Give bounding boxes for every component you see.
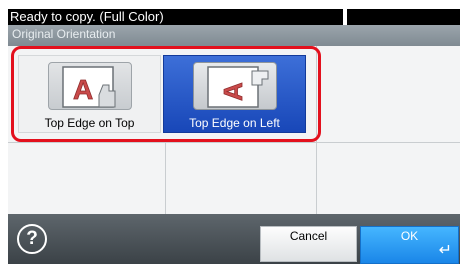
- cancel-button[interactable]: Cancel: [260, 226, 357, 262]
- top-edge-on-top-icon: A: [48, 62, 132, 110]
- option-top-edge-on-top[interactable]: A Top Edge on Top: [18, 55, 161, 133]
- top-edge-on-left-icon: A: [193, 62, 277, 110]
- enter-icon: ↵: [438, 242, 452, 259]
- option-label: Top Edge on Left: [189, 116, 280, 130]
- svg-text:A: A: [218, 82, 248, 101]
- status-time: 10:10: [421, 9, 454, 24]
- grid-divider: [165, 142, 166, 214]
- ok-label: OK: [400, 229, 419, 243]
- ok-button[interactable]: OK ↵: [360, 226, 459, 264]
- status-message: Ready to copy. (Full Color): [8, 9, 343, 25]
- option-label: Top Edge on Top: [44, 116, 135, 130]
- option-top-edge-on-left[interactable]: A Top Edge on Left: [163, 55, 306, 133]
- svg-text:A: A: [73, 74, 93, 105]
- grid-divider: [8, 142, 460, 143]
- page-title: Original Orientation: [8, 25, 460, 46]
- help-button[interactable]: ?: [17, 224, 47, 254]
